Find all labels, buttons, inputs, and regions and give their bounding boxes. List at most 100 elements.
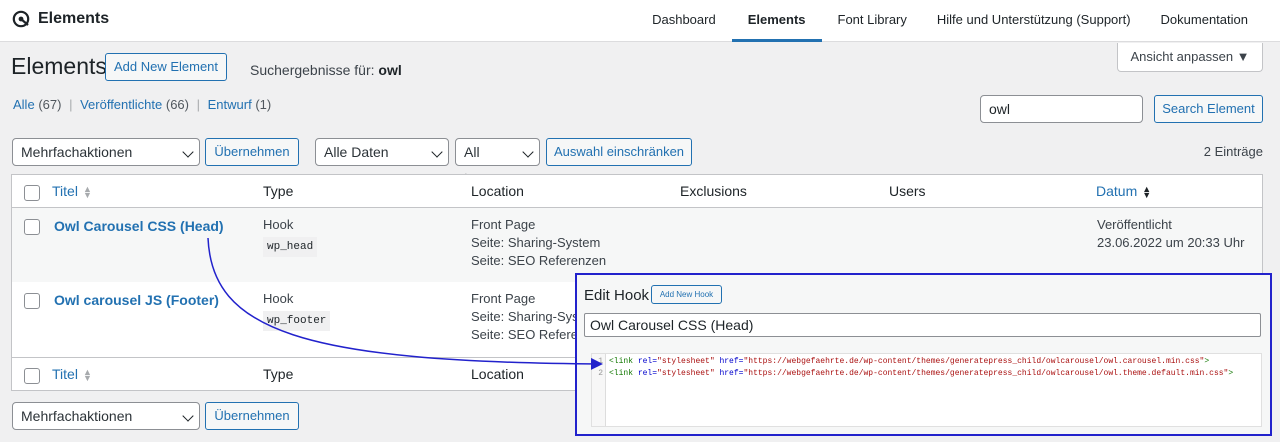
code-attr: href=	[719, 369, 744, 378]
row-type-label: Hook	[263, 217, 294, 232]
column-date-label: Datum	[1096, 183, 1138, 199]
filter-published[interactable]: Veröffentlichte	[80, 97, 162, 112]
chevron-down-icon	[431, 146, 443, 158]
table-header: Titel ▲ ▼ Type Location Exclusions Users D…	[12, 175, 1262, 208]
column-location: Location	[471, 183, 524, 199]
line-numbers: 1 2	[592, 354, 606, 426]
type-filter-select[interactable]: All types	[455, 138, 540, 186]
column-type: Type	[263, 366, 294, 382]
apply-button[interactable]: Übernehmen	[205, 138, 299, 166]
add-new-hook-button[interactable]: Add New Hook	[651, 285, 722, 304]
date-filter-select[interactable]: Alle Daten	[315, 138, 449, 166]
column-users: Users	[889, 183, 926, 199]
elements-logo-icon	[12, 10, 30, 28]
table-row: Owl Carousel CSS (Head) Hook wp_head Fro…	[12, 208, 1262, 282]
search-results-prefix: Suchergebnisse für:	[250, 62, 375, 78]
bulk-actions-select[interactable]: Mehrfachaktionen	[12, 138, 200, 166]
row-title-link[interactable]: Owl carousel JS (Footer)	[54, 292, 219, 308]
code-string: "stylesheet"	[657, 369, 715, 378]
code-string: "stylesheet"	[657, 357, 715, 366]
nav-documentation[interactable]: Dokumentation	[1145, 0, 1280, 42]
brand[interactable]: Elements	[12, 10, 109, 28]
code-attr: rel=	[637, 357, 658, 366]
row-location: Front Page	[471, 217, 536, 232]
row-hook-code: wp_head	[263, 237, 318, 257]
row-location: Front Page	[471, 291, 536, 306]
search-results-label: Suchergebnisse für: owl	[250, 62, 402, 78]
search-element-button[interactable]: Search Element	[1154, 95, 1263, 123]
row-date-value: 23.06.2022 um 20:33 Uhr	[1097, 235, 1245, 250]
sort-desc-icon: ▲ ▼	[1142, 184, 1152, 200]
row-location: Seite: Sharing-System	[471, 235, 601, 250]
row-type-label: Hook	[263, 291, 294, 306]
row-location: Seite: SEO Referenzen	[471, 253, 607, 268]
line-number: 1	[598, 357, 603, 366]
edit-hook-title: Edit Hook	[584, 287, 650, 304]
select-all-checkbox[interactable]	[24, 368, 40, 384]
row-checkbox[interactable]	[24, 293, 40, 309]
line-number: 2	[598, 369, 603, 378]
search-input[interactable]: owl	[980, 95, 1143, 123]
apply-button-bottom[interactable]: Übernehmen	[205, 402, 299, 430]
add-new-element-button[interactable]: Add New Element	[105, 53, 227, 81]
bulk-actions-value: Mehrfachaktionen	[21, 408, 133, 424]
brand-title: Elements	[38, 10, 110, 27]
code-attr: rel=	[637, 369, 658, 378]
filter-draft[interactable]: Entwurf	[208, 97, 252, 112]
row-date: Veröffentlicht 23.06.2022 um 20:33 Uhr	[1097, 216, 1244, 252]
code-tag: <link	[609, 357, 634, 366]
column-title[interactable]: Titel ▲ ▼	[52, 366, 92, 383]
filter-separator: |	[69, 97, 73, 112]
code-tag: >	[1204, 357, 1210, 366]
nav-elements[interactable]: Elements	[731, 0, 822, 42]
page-title: Elements	[11, 53, 107, 79]
filter-separator: |	[196, 97, 200, 112]
filter-published-count: (66)	[165, 97, 189, 112]
row-hook-code: wp_footer	[263, 311, 331, 331]
bulk-actions-select-bottom[interactable]: Mehrfachaktionen	[12, 402, 200, 430]
chevron-down-icon	[182, 146, 194, 158]
row-type: Hook wp_head	[263, 216, 318, 257]
nav-font-library[interactable]: Font Library	[822, 0, 923, 42]
bulk-actions-value: Mehrfachaktionen	[21, 144, 133, 160]
row-locations: Front Page Seite: Sharing-System Seite: …	[471, 216, 606, 270]
select-all-checkbox[interactable]	[24, 185, 40, 201]
sort-icon: ▲ ▼	[82, 184, 92, 200]
filter-button[interactable]: Auswahl einschränken	[546, 138, 692, 166]
code-tag: <link	[609, 369, 634, 378]
filter-all[interactable]: Alle	[13, 97, 35, 112]
screen-options-button[interactable]: Ansicht anpassen ▼	[1117, 43, 1263, 72]
sort-icon: ▲ ▼	[82, 367, 92, 383]
column-exclusions: Exclusions	[680, 183, 747, 199]
top-bar: Elements Dashboard Elements Font Library…	[0, 0, 1280, 42]
edit-hook-callout: Edit Hook Add New Hook Owl Carousel CSS …	[575, 273, 1272, 436]
code-line: <link rel="stylesheet" href="https://web…	[609, 368, 1233, 380]
row-type: Hook wp_footer	[263, 290, 331, 331]
row-locations: Front Page Seite: Sharing-Sys Seite: SEO…	[471, 290, 585, 344]
column-title-label: Titel	[52, 183, 78, 199]
items-count: 2 Einträge	[1203, 144, 1263, 159]
column-location: Location	[471, 366, 524, 382]
row-status: Veröffentlicht	[1097, 217, 1172, 232]
code-attr: href=	[719, 357, 744, 366]
filter-all-count: (67)	[38, 97, 62, 112]
row-checkbox[interactable]	[24, 219, 40, 235]
search-results-term: owl	[378, 62, 402, 78]
row-location: Seite: SEO Referen	[471, 327, 586, 342]
nav-dashboard[interactable]: Dashboard	[636, 0, 732, 42]
code-editor[interactable]: 1 2 <link rel="stylesheet" href="https:/…	[591, 353, 1262, 427]
row-title-link[interactable]: Owl Carousel CSS (Head)	[54, 218, 224, 234]
code-string: "https://webgefaehrte.de/wp-content/them…	[743, 357, 1205, 366]
column-title-label: Titel	[52, 366, 78, 382]
code-tag: >	[1228, 369, 1234, 378]
row-location: Seite: Sharing-Sys	[471, 309, 579, 324]
code-string: "https://webgefaehrte.de/wp-content/them…	[743, 369, 1229, 378]
chevron-down-icon	[522, 146, 534, 158]
column-title[interactable]: Titel ▲ ▼	[52, 183, 92, 200]
nav-support[interactable]: Hilfe und Unterstützung (Support)	[923, 0, 1145, 42]
column-date[interactable]: Datum ▲ ▼	[1096, 183, 1152, 200]
status-filters: Alle (67) | Veröffentlichte (66) | Entwu…	[13, 97, 271, 112]
hook-title-input[interactable]: Owl Carousel CSS (Head)	[584, 313, 1261, 337]
code-content: <link rel="stylesheet" href="https://web…	[609, 356, 1233, 380]
chevron-down-icon	[182, 410, 194, 422]
